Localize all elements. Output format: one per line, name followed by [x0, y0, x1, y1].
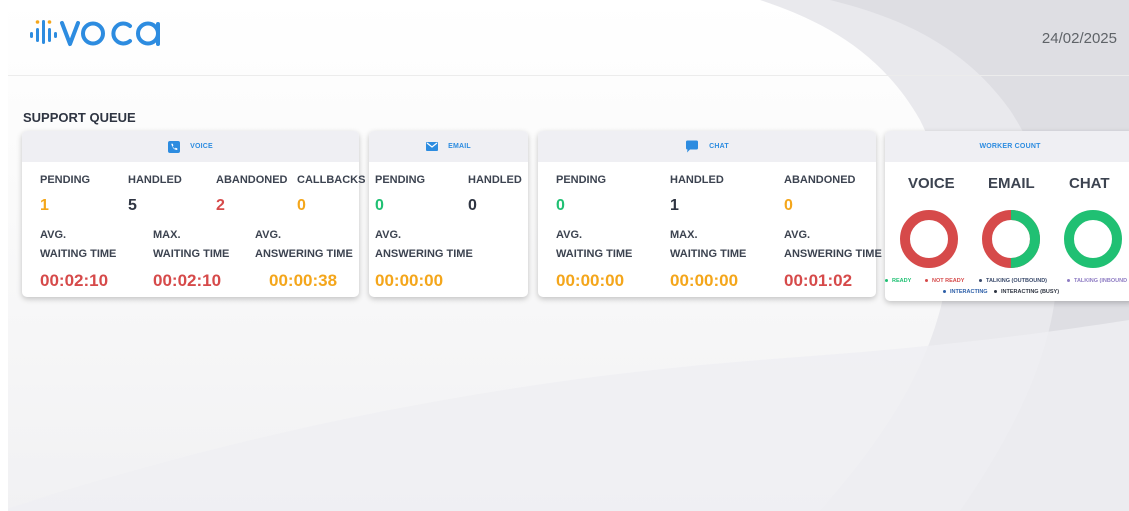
legend-interacting-busy-label: INTERACTING (BUSY) [1001, 289, 1060, 295]
chat-abandoned-label: ABANDONED [784, 174, 856, 186]
voice-pending-label: PENDING [40, 174, 91, 186]
email-handled-value: 0 [468, 197, 477, 214]
envelope-icon [426, 142, 439, 151]
voice-card-title: VOICE [190, 143, 213, 150]
worker-voice-label: VOICE [908, 175, 955, 192]
email-avg-answer-value: 00:00:00 [375, 271, 444, 290]
chat-avg-wait-label-line2: WAITING TIME [556, 248, 633, 260]
legend-not-ready-label: NOT READY [932, 278, 965, 284]
chat-pending-value: 0 [556, 197, 565, 214]
email-card-title: EMAIL [448, 143, 471, 150]
chat-card-title: CHAT [709, 143, 729, 150]
current-date: 24/02/2025 [1041, 30, 1117, 47]
worker-count-title: WORKER COUNT [979, 143, 1041, 150]
dashboard-background: 24/02/2025 SUPPORT QUEUE VOICE PENDING H… [0, 0, 1129, 511]
chat-abandoned-value: 0 [784, 197, 793, 214]
chat-pending-label: PENDING [556, 174, 607, 186]
legend-talking-inbound-label: TALKING (INBOUND [1074, 278, 1128, 284]
chat-handled-value: 1 [670, 197, 679, 214]
chat-max-wait-label-line1: MAX. [670, 229, 698, 241]
worker-voice-donut [900, 210, 958, 268]
email-queue-card: EMAIL PENDING HANDLED 0 0 AVG. ANSWERING… [369, 131, 528, 297]
worker-count-header: WORKER COUNT [885, 131, 1129, 162]
voice-pending-value: 1 [40, 197, 49, 214]
voca-logo-graphic [30, 20, 160, 46]
worker-count-card: WORKER COUNT VOICE EMAIL CHAT READY NOT … [885, 131, 1129, 301]
legend-ready-dot [885, 279, 888, 283]
chat-avg-answer-value: 00:01:02 [784, 271, 853, 290]
email-avg-answer-label-line2: ANSWERING TIME [375, 248, 473, 260]
voice-max-wait-label-line1: MAX. [153, 229, 181, 241]
voice-handled-label: HANDLED [128, 174, 182, 186]
worker-chat-donut [1064, 210, 1122, 268]
legend-interacting-busy-dot [994, 290, 997, 294]
worker-email-label: EMAIL [988, 175, 1035, 192]
chat-avg-answer-label-line1: AVG. [784, 229, 811, 241]
chat-max-wait-label-line2: WAITING TIME [670, 248, 747, 260]
legend-talking-inbound-dot [1067, 279, 1070, 283]
email-pending-label: PENDING [375, 174, 426, 186]
voice-abandoned-label: ABANDONED [216, 174, 288, 186]
email-avg-answer-label-line1: AVG. [375, 229, 402, 241]
voca-logo [30, 14, 170, 54]
legend-ready: READY [885, 278, 911, 284]
legend-not-ready: NOT READY [925, 278, 964, 284]
legend-not-ready-dot [925, 279, 928, 283]
legend-interacting: INTERACTING [943, 289, 988, 295]
legend-ready-label: READY [892, 278, 912, 284]
left-strip [0, 0, 8, 511]
chat-avg-answer-label-line2: ANSWERING TIME [784, 248, 882, 260]
top-bar: 24/02/2025 [8, 0, 1129, 76]
legend-talking-outbound-label: TALKING (OUTBOUND) [986, 278, 1047, 284]
chat-handled-label: HANDLED [670, 174, 724, 186]
legend-interacting-dot [943, 290, 946, 294]
voice-donut-base [900, 210, 958, 268]
voice-avg-wait-label-line1: AVG. [40, 229, 67, 241]
email-card-header: EMAIL [369, 131, 528, 162]
voice-abandoned-value: 2 [216, 197, 225, 214]
legend-talking-outbound-dot [979, 279, 982, 283]
chat-queue-card: CHAT PENDING HANDLED ABANDONED 0 1 0 AVG… [538, 131, 882, 297]
voice-avg-wait-label-line2: WAITING TIME [40, 248, 117, 260]
chat-card-header: CHAT [538, 131, 876, 162]
worker-email-donut [982, 210, 1040, 268]
section-title: SUPPORT QUEUE [23, 110, 136, 125]
chat-max-wait-value: 00:00:00 [670, 271, 739, 290]
voice-avg-answer-label-line2: ANSWERING TIME [255, 248, 353, 260]
voice-max-wait-value: 00:02:10 [153, 271, 222, 290]
email-handled-label: HANDLED [468, 174, 522, 186]
voice-handled-value: 5 [128, 197, 137, 214]
voice-queue-card: VOICE PENDING HANDLED ABANDONED CALLBACK… [22, 131, 365, 297]
chat-donut-ready-arc [1069, 215, 1117, 263]
voice-max-wait-label-line2: WAITING TIME [153, 248, 230, 260]
legend-interacting-busy: INTERACTING (BUSY) [994, 289, 1059, 295]
chat-avg-wait-value: 00:00:00 [556, 271, 625, 290]
chat-bubble-icon [685, 140, 699, 153]
voice-card-header: VOICE [22, 131, 359, 162]
voice-callbacks-value: 0 [297, 197, 306, 214]
worker-chat-label: CHAT [1069, 175, 1110, 192]
legend-interacting-label: INTERACTING [950, 289, 988, 295]
voice-callbacks-label: CALLBACKS [297, 174, 366, 186]
email-pending-value: 0 [375, 197, 384, 214]
chat-avg-wait-label-line1: AVG. [556, 229, 583, 241]
voice-avg-answer-label-line1: AVG. [255, 229, 282, 241]
legend-talking-outbound: TALKING (OUTBOUND) [979, 278, 1047, 284]
phone-icon [168, 140, 181, 153]
voice-avg-wait-value: 00:02:10 [40, 271, 109, 290]
voice-avg-answer-value: 00:00:38 [269, 271, 338, 290]
legend-talking-inbound: TALKING (INBOUND [1067, 278, 1127, 284]
